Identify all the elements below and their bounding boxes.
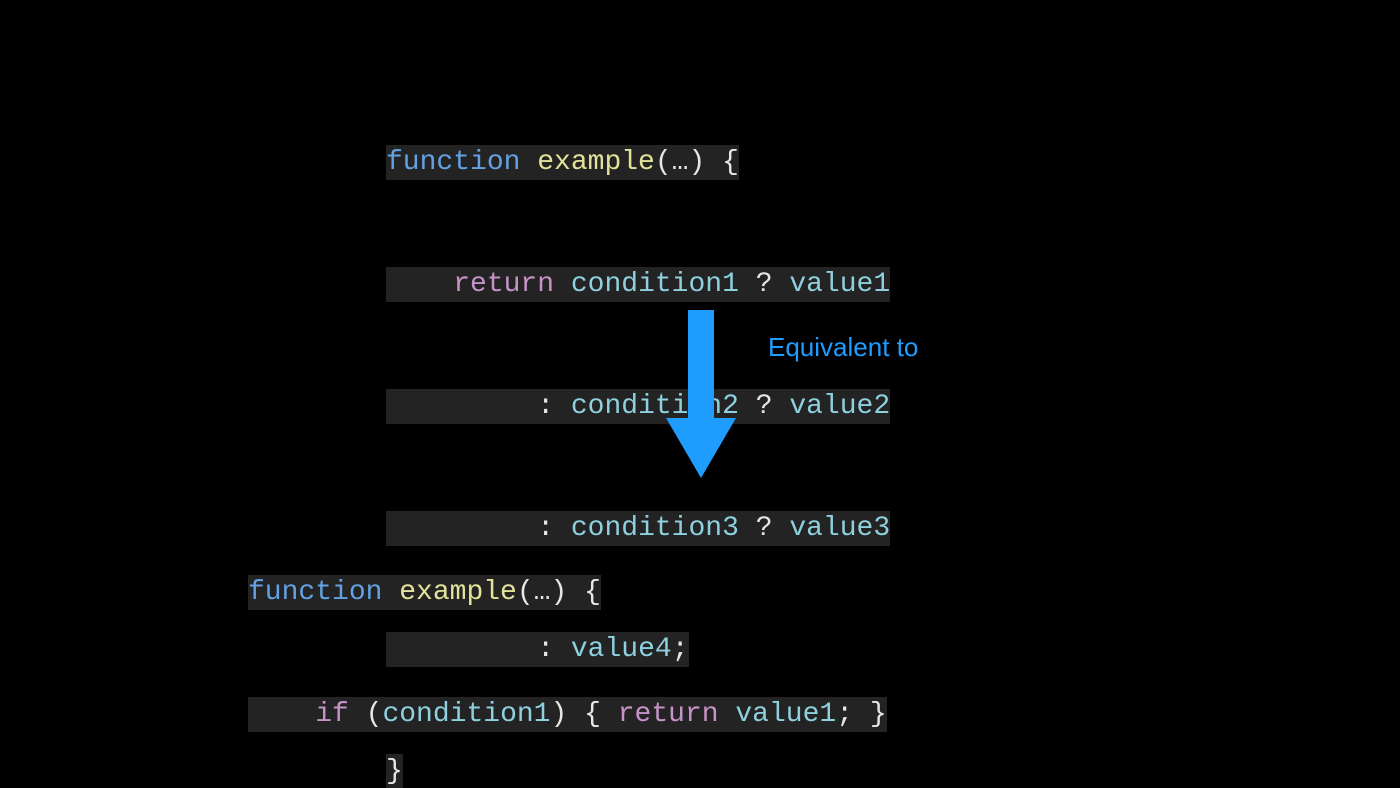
code-line: return condition1 ? value1 bbox=[386, 265, 890, 306]
function-name: example bbox=[537, 147, 655, 178]
ellipsis-icon: … bbox=[534, 577, 551, 608]
stage: function example(…) { return condition1 … bbox=[0, 0, 1400, 788]
code-line: function example(…) { bbox=[248, 573, 971, 614]
function-name: example bbox=[399, 577, 517, 608]
code-line: if (condition1) { return value1; } bbox=[248, 695, 971, 736]
identifier: condition1 bbox=[382, 699, 550, 730]
ternary-question: ? bbox=[756, 269, 773, 300]
arrow-down-icon bbox=[656, 310, 746, 480]
keyword-return: return bbox=[618, 699, 719, 730]
ternary-colon: : bbox=[537, 391, 554, 422]
equivalence-arrow: Equivalent to bbox=[656, 310, 918, 480]
arrow-label: Equivalent to bbox=[768, 332, 918, 363]
keyword-if: if bbox=[315, 699, 349, 730]
identifier: value1 bbox=[735, 699, 836, 730]
identifier: value1 bbox=[789, 269, 890, 300]
keyword-function: function bbox=[386, 147, 520, 178]
code-line: function example(…) { bbox=[386, 143, 890, 184]
code-block-ifelse: function example(…) { if (condition1) { … bbox=[248, 492, 971, 788]
keyword-return: return bbox=[453, 269, 554, 300]
ellipsis-icon: … bbox=[672, 147, 689, 178]
keyword-function: function bbox=[248, 577, 382, 608]
identifier: condition1 bbox=[571, 269, 739, 300]
